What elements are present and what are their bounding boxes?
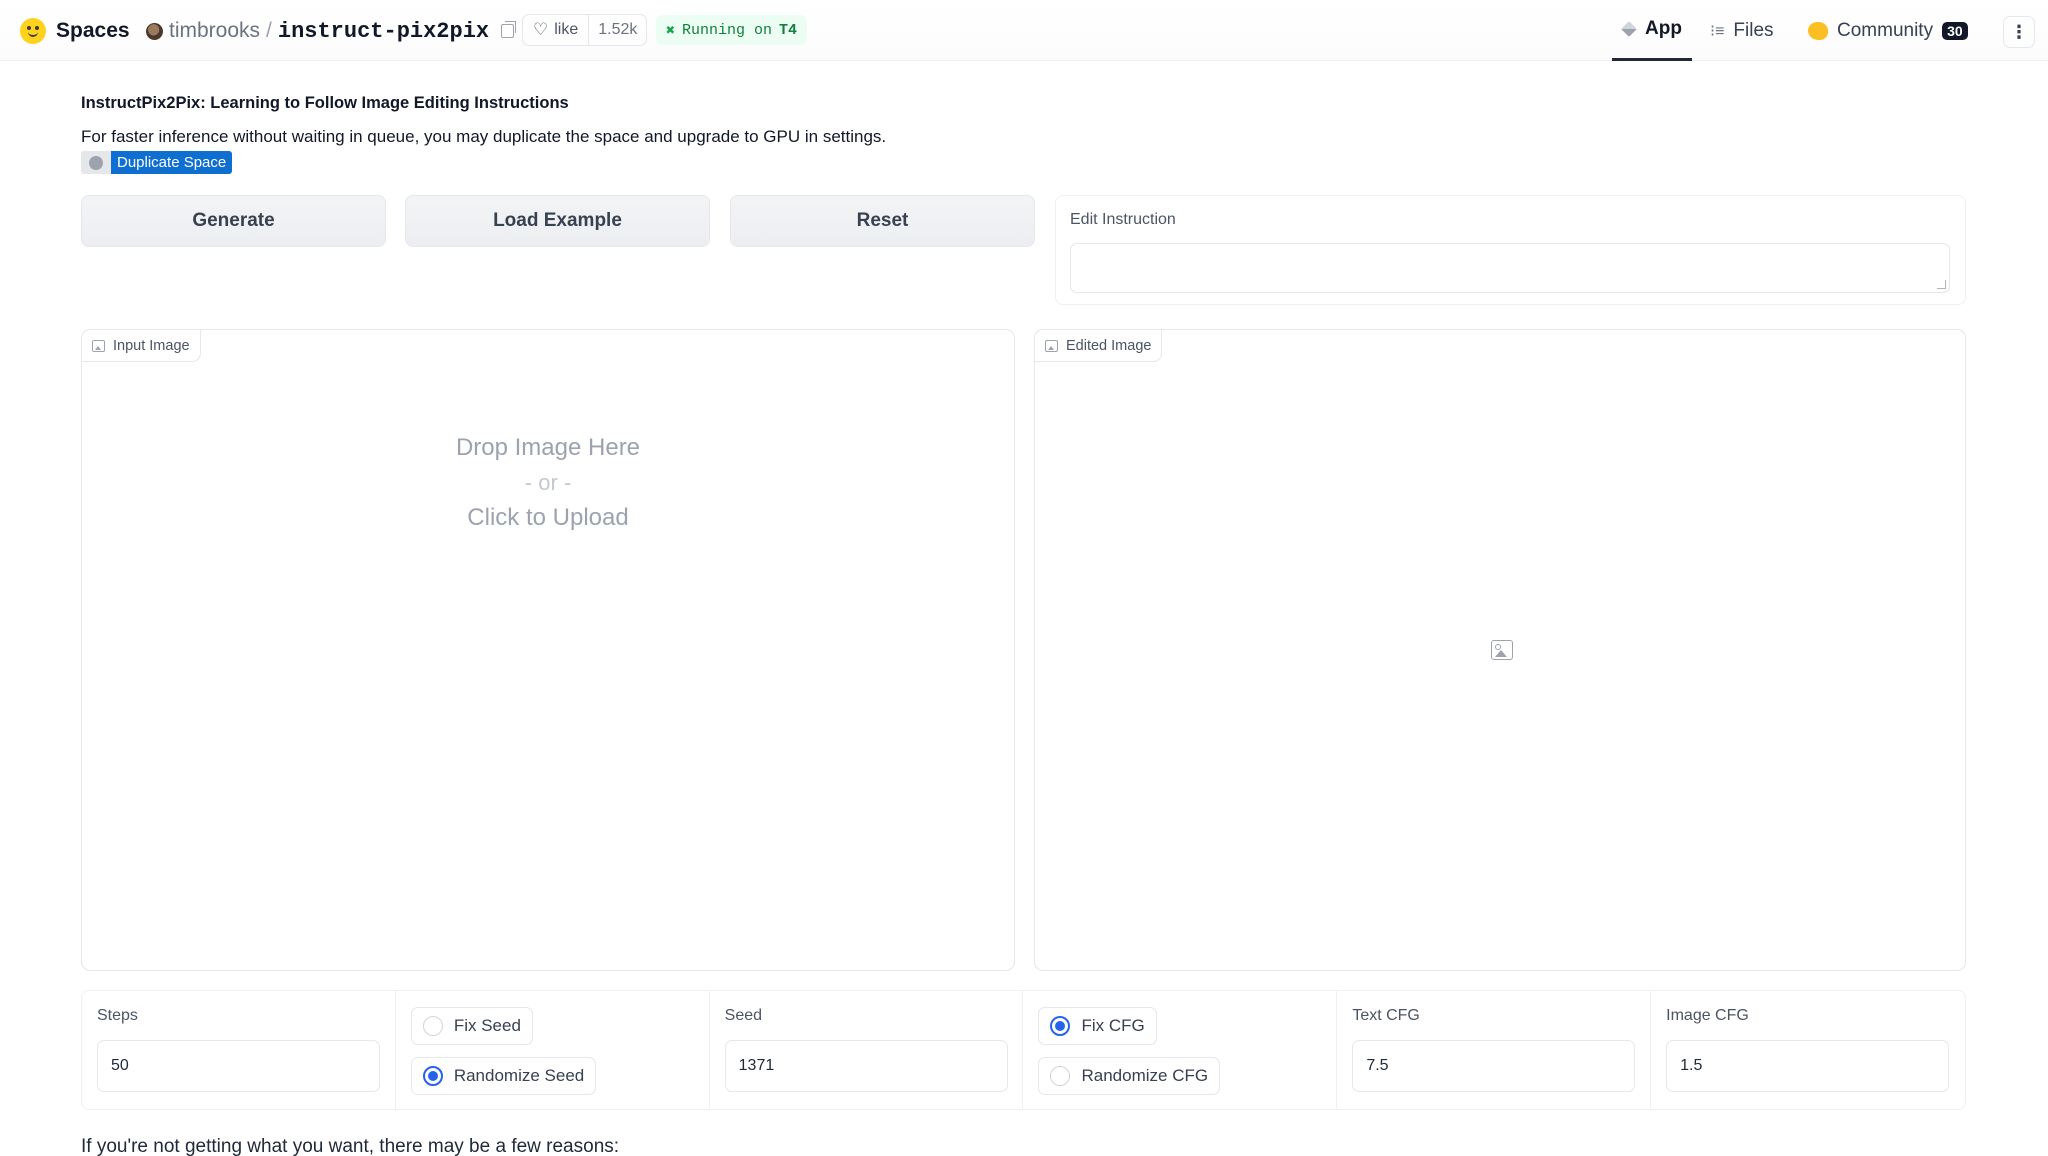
image-icon <box>1045 339 1058 352</box>
settings-row: Steps 50 Fix Seed Randomize Seed Seed 13… <box>81 990 1966 1110</box>
tab-app-label: App <box>1645 18 1682 39</box>
seed-control: Seed 1371 <box>710 991 1024 1109</box>
image-icon <box>92 339 105 352</box>
image-cfg-control: Image CFG 1.5 <box>1651 991 1965 1109</box>
huggingface-logo-icon <box>20 18 46 44</box>
kebab-menu-icon: ⋮ <box>2010 21 2028 42</box>
heart-icon: ♡ <box>533 20 549 39</box>
fix-seed-radio[interactable] <box>422 1016 443 1036</box>
image-cfg-input[interactable]: 1.5 <box>1666 1040 1950 1092</box>
edited-image-output: Edited Image <box>1034 329 1966 971</box>
community-icon <box>1808 21 1828 40</box>
edit-instruction-block: Edit Instruction <box>1055 195 1966 305</box>
reset-button[interactable]: Reset <box>730 195 1035 247</box>
tab-files[interactable]: ⁝≡ Files <box>1710 0 1774 61</box>
seed-label: Seed <box>724 1007 763 1024</box>
tab-community-label: Community <box>1837 19 1934 41</box>
files-icon: ⁝≡ <box>1710 22 1725 40</box>
running-hardware: T4 <box>779 21 798 39</box>
brand-label: Spaces <box>56 19 130 42</box>
tab-app[interactable]: App <box>1612 0 1692 61</box>
seed-input[interactable]: 1371 <box>724 1040 1008 1092</box>
duplicate-logo-icon <box>81 151 111 174</box>
edited-image-label-tag: Edited Image <box>1035 330 1163 362</box>
drop-image-text: Drop Image Here <box>455 434 641 461</box>
tips-intro-text: If you're not getting what you want, the… <box>81 1136 620 1156</box>
page-subtitle: For faster inference without waiting in … <box>81 127 887 146</box>
randomize-cfg-label: Randomize CFG <box>1081 1066 1209 1085</box>
fix-cfg-label: Fix CFG <box>1081 1016 1145 1035</box>
community-count-badge: 30 <box>1942 21 1968 40</box>
input-image-label-tag: Input Image <box>82 330 201 362</box>
top-navbar: Spaces timbrooks / instruct-pix2pix ♡ li… <box>0 0 2048 61</box>
randomize-cfg-option[interactable]: Randomize CFG <box>1038 1057 1221 1095</box>
edited-image-label: Edited Image <box>1066 337 1152 354</box>
spaces-home-link[interactable]: Spaces <box>20 17 130 45</box>
text-cfg-input[interactable]: 7.5 <box>1352 1040 1636 1092</box>
randomize-cfg-radio[interactable] <box>1050 1066 1071 1086</box>
seed-mode-radio-group: Fix Seed Randomize Seed <box>396 991 710 1109</box>
running-prefix: Running on <box>682 21 773 39</box>
randomize-seed-radio[interactable] <box>422 1066 443 1086</box>
breadcrumb-separator: / <box>266 19 272 42</box>
owner-avatar <box>146 22 163 40</box>
copy-icon[interactable] <box>501 21 517 38</box>
load-example-button[interactable]: Load Example <box>405 195 710 247</box>
duplicate-space-button[interactable]: Duplicate Space <box>111 151 233 174</box>
like-button[interactable]: ♡ like <box>523 15 590 45</box>
image-cfg-label: Image CFG <box>1666 1007 1749 1024</box>
randomize-seed-option[interactable]: Randomize Seed <box>410 1057 597 1095</box>
duplicate-space-badge[interactable]: Duplicate Space <box>81 151 233 174</box>
upload-prompt[interactable]: Drop Image Here - or - Click to Upload <box>82 430 1014 535</box>
edit-instruction-textarea[interactable] <box>1070 243 1950 293</box>
repo-name-link[interactable]: instruct-pix2pix <box>278 19 489 44</box>
runtime-status-badge[interactable]: ✖ Running on T4 <box>656 15 808 45</box>
text-cfg-label: Text CFG <box>1352 1007 1420 1024</box>
steps-control: Steps 50 <box>82 991 396 1109</box>
like-group: ♡ like 1.52k <box>522 14 648 46</box>
tab-files-label: Files <box>1733 19 1774 41</box>
fix-cfg-option[interactable]: Fix CFG <box>1038 1007 1157 1045</box>
app-cube-icon <box>1621 21 1637 37</box>
image-placeholder-icon <box>1491 640 1513 660</box>
resize-handle-icon[interactable] <box>1937 280 1946 289</box>
click-to-upload-text: Click to Upload <box>467 504 629 531</box>
fix-cfg-radio[interactable] <box>1050 1016 1071 1036</box>
hardware-icon: ✖ <box>666 22 676 40</box>
like-label: like <box>554 21 579 38</box>
page-title: InstructPix2Pix: Learning to Follow Imag… <box>81 94 569 112</box>
steps-label: Steps <box>97 1007 138 1024</box>
tab-community[interactable]: Community 30 <box>1808 0 1968 61</box>
fix-seed-label: Fix Seed <box>453 1016 521 1035</box>
fix-seed-option[interactable]: Fix Seed <box>410 1007 533 1045</box>
input-image-dropzone[interactable]: Input Image Drop Image Here - or - Click… <box>81 329 1015 971</box>
edit-instruction-label: Edit Instruction <box>1070 211 1176 228</box>
randomize-seed-label: Randomize Seed <box>453 1066 585 1085</box>
repo-breadcrumb: timbrooks / instruct-pix2pix <box>146 16 517 46</box>
more-options-button[interactable]: ⋮ <box>2003 16 2035 48</box>
owner-link[interactable]: timbrooks <box>169 19 260 43</box>
text-cfg-control: Text CFG 7.5 <box>1337 991 1652 1109</box>
cfg-mode-radio-group: Fix CFG Randomize CFG <box>1023 991 1338 1109</box>
or-divider-text: - or - <box>524 470 572 495</box>
like-count[interactable]: 1.52k <box>589 15 646 45</box>
input-image-label: Input Image <box>113 337 190 354</box>
generate-button[interactable]: Generate <box>81 195 386 247</box>
steps-input[interactable]: 50 <box>97 1040 380 1092</box>
